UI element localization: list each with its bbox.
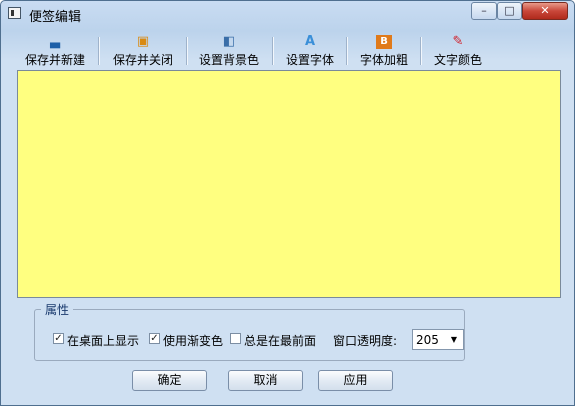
checkbox-box — [230, 333, 241, 344]
set-background-color-label: 设置背景色 — [198, 53, 259, 67]
checkbox-box: ✓ — [149, 333, 160, 344]
minimize-button[interactable]: – — [471, 2, 497, 20]
title-bar[interactable]: 便签编辑 – □ ✕ — [1, 1, 574, 27]
apply-button[interactable]: 应用 — [318, 370, 393, 391]
save-and-close-label: 保存并关闭 — [112, 53, 173, 67]
chevron-down-icon[interactable]: ▼ — [447, 332, 461, 347]
save-close-icon: ▣ — [136, 34, 150, 49]
always-on-top-checkbox[interactable]: 总是在最前面 — [230, 332, 322, 348]
window-opacity-select[interactable]: 205 ▼ — [412, 329, 464, 350]
text-color-icon: ✎ — [452, 34, 464, 49]
maximize-button[interactable]: □ — [497, 2, 522, 20]
background-color-icon: ◧ — [222, 34, 236, 49]
show-on-desktop-checkbox[interactable]: ✓ 在桌面上显示 — [53, 332, 143, 348]
app-icon — [8, 7, 21, 19]
save-and-close-button[interactable]: ▣ 保存并关闭 — [104, 33, 182, 69]
bold-font-label: 字体加粗 — [359, 53, 408, 67]
toolbar-separator — [186, 37, 188, 65]
note-text-area[interactable] — [17, 70, 561, 298]
always-on-top-label: 总是在最前面 — [244, 334, 317, 348]
use-gradient-label: 使用渐变色 — [163, 334, 224, 348]
window-title: 便签编辑 — [29, 10, 82, 25]
toolbar-separator — [272, 37, 274, 65]
set-font-label: 设置字体 — [285, 53, 334, 67]
show-on-desktop-label: 在桌面上显示 — [67, 334, 140, 348]
use-gradient-checkbox[interactable]: ✓ 使用渐变色 — [149, 332, 227, 348]
toolbar-separator — [98, 37, 100, 65]
font-icon: A — [304, 34, 316, 49]
text-color-button[interactable]: ✎ 文字颜色 — [426, 33, 490, 69]
window-opacity-label: 窗口透明度: — [333, 334, 398, 348]
toolbar-separator — [420, 37, 422, 65]
bold-icon: B — [376, 35, 392, 49]
cancel-button[interactable]: 取消 — [228, 370, 303, 391]
ok-button[interactable]: 确定 — [132, 370, 207, 391]
checkbox-box: ✓ — [53, 333, 64, 344]
set-background-color-button[interactable]: ◧ 设置背景色 — [192, 33, 266, 69]
save-and-new-button[interactable]: ▃ 保存并新建 — [16, 33, 94, 69]
set-font-button[interactable]: A 设置字体 — [278, 33, 342, 69]
close-button[interactable]: ✕ — [522, 2, 568, 20]
toolbar: ▃ 保存并新建 ▣ 保存并关闭 ◧ 设置背景色 A 设置字体 B 字体加粗 ✎ … — [14, 33, 562, 69]
properties-group-title: 属性 — [41, 301, 74, 318]
window-opacity-value: 205 — [416, 333, 439, 347]
note-edit-window: 便签编辑 – □ ✕ ▃ 保存并新建 ▣ 保存并关闭 ◧ 设置背景色 A 设置字… — [0, 0, 575, 406]
save-and-new-label: 保存并新建 — [24, 53, 85, 67]
toolbar-separator — [346, 37, 348, 65]
text-color-label: 文字颜色 — [433, 53, 482, 67]
save-new-icon: ▃ — [50, 34, 60, 49]
bold-font-button[interactable]: B 字体加粗 — [352, 33, 416, 69]
